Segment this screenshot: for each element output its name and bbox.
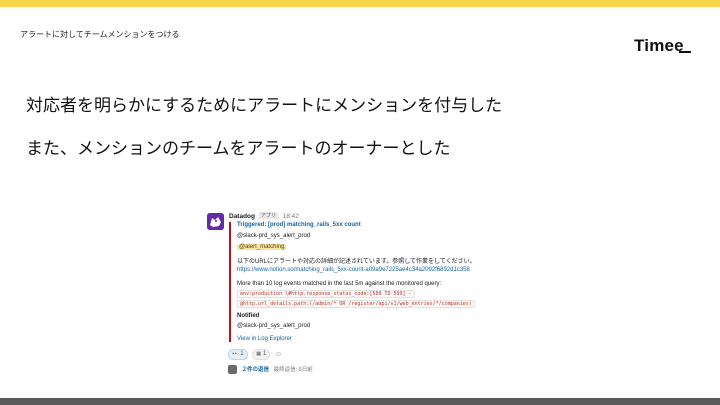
- notion-url-link[interactable]: https://www.notion.so/matching_rails_5xx…: [237, 267, 470, 273]
- query-code-line-1: env:production \#http.response_status_co…: [237, 290, 415, 298]
- logo-underline: [679, 51, 691, 53]
- message-time[interactable]: 18:42: [283, 213, 299, 220]
- notified-label: Notified: [237, 313, 260, 319]
- jp-note-text: 以下のURLにアラートや対応の詳細が記述されています。参照して作業をしてください…: [237, 259, 476, 265]
- reaction-custom[interactable]: ▦ 1: [252, 349, 271, 360]
- top-accent-bar: [0, 0, 720, 7]
- add-reaction-icon[interactable]: ☺: [275, 351, 282, 358]
- query-code-line-2: @http.url_details.path:(/admin/* OR /reg…: [237, 300, 475, 308]
- headline-primary: 対応者を明らかにするためにアラートにメンションを付与した: [26, 96, 503, 116]
- thread-summary[interactable]: ２件の返信 最終返信: 6日前: [228, 365, 313, 375]
- log-explorer-link[interactable]: View in Log Explorer: [237, 336, 292, 342]
- reactions-bar: 👀 1 ▦ 1 ☺: [228, 349, 282, 360]
- thread-replies-link[interactable]: ２件の返信: [242, 367, 270, 373]
- datadog-dog-icon: [207, 213, 224, 230]
- alert-title-link[interactable]: Triggered: [prod] matching_rails_5xx cou…: [237, 222, 361, 228]
- timee-logo: Timee: [634, 36, 684, 55]
- mention-slack-channel[interactable]: @slack-prd_sys_alert_prod: [237, 233, 310, 239]
- datadog-avatar[interactable]: [207, 213, 224, 230]
- slide-header-label: アラートに対してチームメンションをつける: [20, 30, 180, 39]
- mention-team[interactable]: @alert_matching: [237, 244, 287, 250]
- app-badge: アプリ: [258, 212, 278, 219]
- alert-attachment: Triggered: [prod] matching_rails_5xx cou…: [229, 222, 499, 342]
- notified-target[interactable]: @slack-prd_sys_alert_prod: [237, 323, 310, 329]
- eyes-icon: 👀: [232, 351, 239, 357]
- thread-reply-avatar: [228, 365, 237, 375]
- custom-emoji-icon: ▦: [256, 351, 261, 357]
- bottom-bar: [0, 398, 720, 405]
- message-meta: Datadog アプリ 18:42: [229, 212, 299, 220]
- thread-last-reply: 最終返信: 6日前: [273, 367, 313, 373]
- reaction-count: 1: [262, 351, 267, 357]
- reaction-count: 1: [240, 351, 244, 357]
- bot-name[interactable]: Datadog: [229, 213, 255, 220]
- headline-secondary: また、メンションのチームをアラートのオーナーとした: [26, 139, 451, 159]
- query-description: More than 10 log events matched in the l…: [237, 281, 442, 287]
- reaction-eyes[interactable]: 👀 1: [228, 349, 248, 360]
